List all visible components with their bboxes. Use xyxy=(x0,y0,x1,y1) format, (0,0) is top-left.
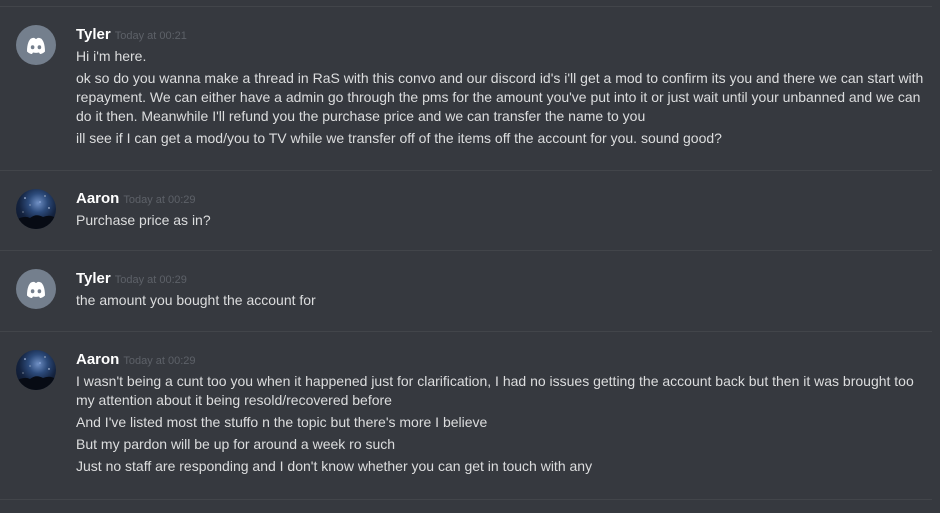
message-divider xyxy=(0,499,932,500)
message-content: Hi i'm here. ok so do you wanna make a t… xyxy=(76,47,936,151)
message-text: Just no staff are responding and I don't… xyxy=(76,458,593,474)
user-avatar[interactable] xyxy=(16,189,56,229)
message-divider xyxy=(0,6,932,7)
message-text: But my pardon will be up for around a we… xyxy=(76,436,396,452)
message-text: I wasn't being a cunt too you when it ha… xyxy=(76,373,914,408)
message-divider xyxy=(0,331,932,332)
message-content: I wasn't being a cunt too you when it ha… xyxy=(76,372,936,479)
user-avatar[interactable] xyxy=(16,350,56,390)
message-text: Hi i'm here. xyxy=(76,48,147,64)
timestamp: Today at 00:29 xyxy=(114,274,187,286)
discord-logo-icon[interactable] xyxy=(16,269,56,309)
message-text: And I've listed most the stuffo n the to… xyxy=(76,414,488,430)
message-content: Purchase price as in? xyxy=(76,211,936,233)
message-text: ok so do you wanna make a thread in RaS … xyxy=(76,70,924,124)
message-text: the amount you bought the account for xyxy=(76,292,316,308)
username[interactable]: Aaron xyxy=(76,351,119,368)
message-divider xyxy=(0,170,932,171)
message-header: Aaron Today at 00:29 xyxy=(76,350,196,370)
discord-logo-icon[interactable] xyxy=(16,25,56,65)
username[interactable]: Tyler xyxy=(76,26,111,43)
timestamp: Today at 00:21 xyxy=(114,30,187,42)
message-content: the amount you bought the account for xyxy=(76,291,936,313)
username[interactable]: Tyler xyxy=(76,270,111,287)
username[interactable]: Aaron xyxy=(76,190,119,207)
message-header: Aaron Today at 00:29 xyxy=(76,189,196,209)
message-text: Purchase price as in? xyxy=(76,212,211,228)
message-header: Tyler Today at 00:21 xyxy=(76,25,187,45)
message-divider xyxy=(0,250,932,251)
chat-messages-area: Tyler Today at 00:21 Hi i'm here. ok so d… xyxy=(0,0,940,513)
message-text: ill see if I can get a mod/you to TV whi… xyxy=(76,130,722,146)
timestamp: Today at 00:29 xyxy=(123,355,196,367)
message-header: Tyler Today at 00:29 xyxy=(76,269,187,289)
timestamp: Today at 00:29 xyxy=(123,194,196,206)
